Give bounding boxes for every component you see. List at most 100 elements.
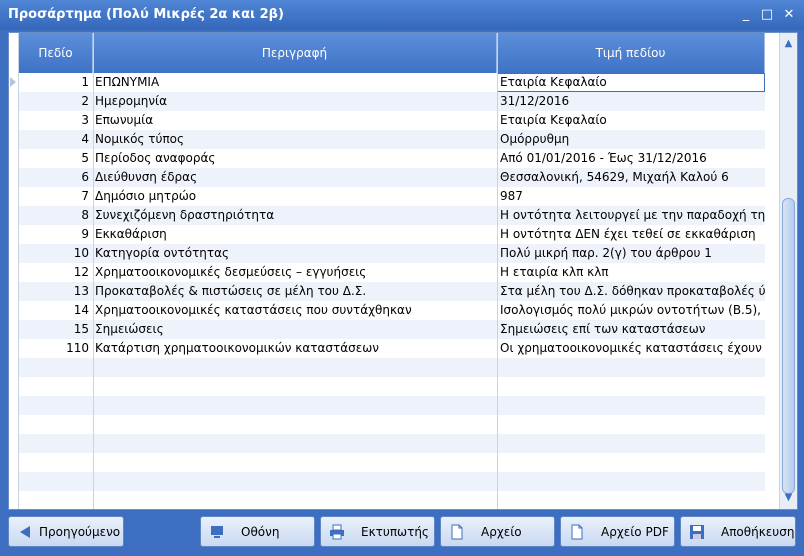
column-header-description[interactable]: Περιγραφή <box>93 33 497 73</box>
row-description: Συνεχιζόμενη δραστηριότητα <box>95 208 275 222</box>
button-bar: Προηγούμενο Οθόνη Εκτυπωτής Αρχείο Excel Αρχ… <box>0 512 804 556</box>
row-description: Εκκαθάριση <box>95 227 167 241</box>
row-value[interactable]: Εταιρία Κεφαλαίο <box>497 111 765 130</box>
screen-label: Οθόνη <box>241 525 280 539</box>
empty-row <box>19 472 765 491</box>
row-field-number: 14 <box>73 303 89 317</box>
column-header-field[interactable]: Πεδίο <box>19 33 93 73</box>
row-field-number: 7 <box>81 189 89 203</box>
row-description: Επωνυμία <box>95 113 154 127</box>
document-icon <box>449 524 465 540</box>
row-description: Κατάρτιση χρηματοοικονομικών καταστάσεων <box>95 341 380 355</box>
table-row[interactable]: 5 Περίοδος αναφοράς Από 01/01/2016 - Έως 3… <box>19 149 765 168</box>
row-value[interactable]: 31/12/2016 <box>497 92 765 111</box>
empty-row <box>19 358 765 377</box>
excel-label: Αρχείο Excel <box>481 525 522 539</box>
vertical-scrollbar[interactable]: ▲ ▼ <box>779 33 797 509</box>
table-row[interactable]: 9 Εκκαθάριση Η οντότητα ΔΕΝ έχει τεθεί σε … <box>19 225 765 244</box>
row-field-number: 5 <box>81 151 89 165</box>
row-description: Νομικός τύπος <box>95 132 185 146</box>
previous-label: Προηγούμενο <box>39 525 121 539</box>
maximize-button[interactable]: □ <box>758 6 776 24</box>
row-value[interactable]: Οι χρηματοοικονομικές καταστάσεις έχουν … <box>497 339 765 358</box>
row-field-number: 12 <box>73 265 89 279</box>
row-field-number: 15 <box>73 322 89 336</box>
annex-window: Προσάρτημα (Πολύ Μικρές 2α και 2β) _ □ ✕… <box>0 0 804 556</box>
row-field-number: 110 <box>66 341 89 355</box>
table-row[interactable]: 4 Νομικός τύπος Ομόρρυθμη <box>19 130 765 149</box>
previous-button[interactable]: Προηγούμενο <box>8 516 124 547</box>
row-description: ΕΠΩΝΥΜΙΑ <box>95 75 160 89</box>
row-field-number: 8 <box>81 208 89 222</box>
row-field-number: 9 <box>81 227 89 241</box>
save-icon <box>689 524 705 540</box>
empty-row <box>19 434 765 453</box>
row-description: Σημειώσεις <box>95 322 164 336</box>
table-row[interactable]: 15 Σημειώσεις Σημειώσεις επί των καταστάσε… <box>19 320 765 339</box>
scroll-up-icon[interactable]: ▲ <box>780 35 797 53</box>
window-title: Προσάρτημα (Πολύ Μικρές 2α και 2β) <box>8 7 284 22</box>
row-field-number: 4 <box>81 132 89 146</box>
document-icon <box>569 524 585 540</box>
row-value[interactable]: Από 01/01/2016 - Έως 31/12/2016 <box>497 149 765 168</box>
row-value[interactable]: Η οντότητα ΔΕΝ έχει τεθεί σε εκκαθάριση <box>497 225 765 244</box>
table-row[interactable]: 3 Επωνυμία Εταιρία Κεφαλαίο <box>19 111 765 130</box>
empty-row <box>19 491 765 509</box>
row-field-number: 3 <box>81 113 89 127</box>
save-button[interactable]: Αποθήκευση <box>680 516 796 547</box>
table-row[interactable]: 6 Διεύθυνση έδρας Θεσσαλονική, 54629, Μιχα… <box>19 168 765 187</box>
row-indicator-column <box>9 33 19 509</box>
scrollbar-thumb[interactable] <box>782 198 795 494</box>
printer-icon <box>329 524 345 540</box>
row-value[interactable]: 987 <box>497 187 765 206</box>
scroll-down-icon[interactable]: ▼ <box>780 489 797 507</box>
grid-rows: 1 ΕΠΩΝΥΜΙΑ Εταιρία Κεφαλαίο 2 Ημερομηνία 31/1… <box>19 73 765 509</box>
table-row[interactable]: 13 Προκαταβολές & πιστώσεις σε μέλη του Δ… <box>19 282 765 301</box>
row-value[interactable]: Πολύ μικρή παρ. 2(γ) του άρθρου 1 <box>497 244 765 263</box>
row-value[interactable]: Σημειώσεις επί των καταστάσεων <box>497 320 765 339</box>
table-row[interactable]: 10 Κατηγορία οντότητας Πολύ μικρή παρ. 2(γ… <box>19 244 765 263</box>
save-label: Αποθήκευση <box>721 525 795 539</box>
table-row[interactable]: 2 Ημερομηνία 31/12/2016 <box>19 92 765 111</box>
row-value[interactable]: Θεσσαλονική, 54629, Μιχαήλ Καλού 6 <box>497 168 765 187</box>
screen-button[interactable]: Οθόνη <box>200 516 315 547</box>
row-field-number: 6 <box>81 170 89 184</box>
arrow-left-icon <box>17 524 33 540</box>
row-value[interactable]: Η εταιρία κλπ κλπ <box>497 263 765 282</box>
pdf-button[interactable]: Αρχείο PDF <box>560 516 675 547</box>
column-header-value[interactable]: Τιμή πεδίου <box>497 33 765 73</box>
minimize-button[interactable]: _ <box>737 6 755 24</box>
row-field-number: 2 <box>81 94 89 108</box>
row-description: Χρηματοοικονομικές δεσμεύσεις – εγγυήσει… <box>95 265 367 279</box>
row-description: Διεύθυνση έδρας <box>95 170 198 184</box>
printer-button[interactable]: Εκτυπωτής <box>320 516 435 547</box>
row-value[interactable]: Ομόρρυθμη <box>497 130 765 149</box>
monitor-icon <box>209 524 225 540</box>
row-description: Περίοδος αναφοράς <box>95 151 216 165</box>
table-row[interactable]: 12 Χρηματοοικονομικές δεσμεύσεις – εγγυήσ… <box>19 263 765 282</box>
row-description: Προκαταβολές & πιστώσεις σε μέλη του Δ.Σ… <box>95 284 367 298</box>
row-description: Χρηματοοικονομικές καταστάσεις που συντά… <box>95 303 412 317</box>
row-description: Κατηγορία οντότητας <box>95 246 230 260</box>
pdf-label: Αρχείο PDF <box>601 525 669 539</box>
row-value[interactable]: Στα μέλη του Δ.Σ. δόθηκαν προκαταβολές ύ… <box>497 282 765 301</box>
row-description: Ημερομηνία <box>95 94 168 108</box>
empty-row <box>19 453 765 472</box>
row-value[interactable]: Ισολογισμός πολύ μικρών οντοτήτων (Β.5),… <box>497 301 765 320</box>
data-grid: Πεδίο Περιγραφή Τιμή πεδίου 1 ΕΠΩΝΥΜΙΑ Ετα… <box>8 32 798 510</box>
current-row-arrow-icon <box>10 77 16 87</box>
printer-label: Εκτυπωτής <box>361 525 429 539</box>
row-description: Δημόσιο μητρώο <box>95 189 197 203</box>
grid-header: Πεδίο Περιγραφή Τιμή πεδίου <box>19 33 765 73</box>
row-value[interactable]: Η οντότητα λειτουργεί με την παραδοχή τη… <box>497 206 765 225</box>
title-bar: Προσάρτημα (Πολύ Μικρές 2α και 2β) _ □ ✕ <box>0 0 804 30</box>
row-field-number: 10 <box>73 246 89 260</box>
table-row[interactable]: 8 Συνεχιζόμενη δραστηριότητα Η οντότητα λε… <box>19 206 765 225</box>
table-row[interactable]: 7 Δημόσιο μητρώο 987 <box>19 187 765 206</box>
table-row[interactable]: 14 Χρηματοοικονομικές καταστάσεις που συν… <box>19 301 765 320</box>
excel-button[interactable]: Αρχείο Excel <box>440 516 555 547</box>
table-row[interactable]: 110 Κατάρτιση χρηματοοικονομικών καταστάσ… <box>19 339 765 358</box>
close-button[interactable]: ✕ <box>780 6 798 24</box>
row-value[interactable]: Εταιρία Κεφαλαίο <box>497 73 765 92</box>
table-row[interactable]: 1 ΕΠΩΝΥΜΙΑ Εταιρία Κεφαλαίο <box>19 73 765 92</box>
